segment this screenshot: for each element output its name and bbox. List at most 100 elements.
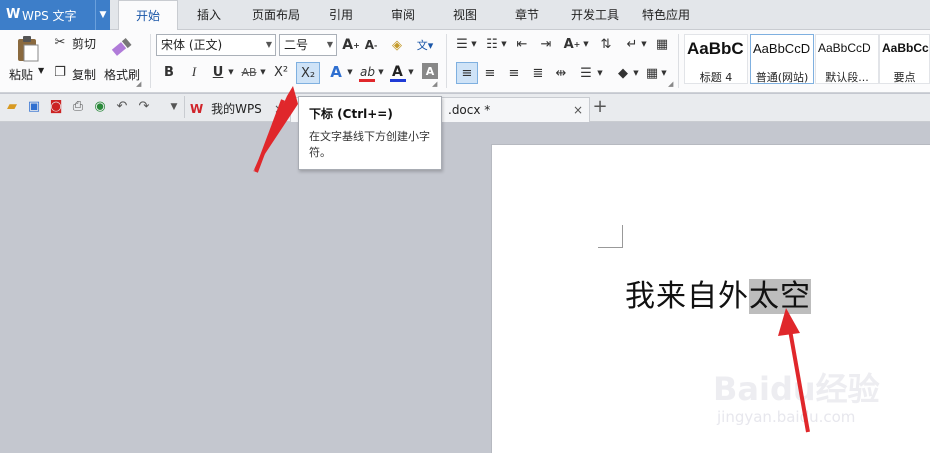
clear-format-icon[interactable]: ◈: [388, 36, 406, 54]
chevron-down-icon[interactable]: ▼: [406, 65, 416, 79]
format-painter-icon[interactable]: [108, 34, 136, 62]
table-grid-icon[interactable]: ▦: [654, 36, 670, 52]
chevron-down-icon[interactable]: ▼: [470, 38, 478, 50]
chevron-down-icon[interactable]: ▼: [596, 67, 604, 79]
pinyin-guide-icon[interactable]: 文▾: [412, 36, 438, 54]
print-icon[interactable]: ⎙: [70, 99, 86, 115]
export-pdf-icon[interactable]: ◙: [48, 99, 64, 115]
borders-icon[interactable]: ▦: [644, 65, 660, 81]
format-painter-button[interactable]: 格式刷: [104, 66, 140, 83]
chevron-down-icon[interactable]: ▼: [376, 65, 386, 79]
new-tab-plus-icon[interactable]: +: [592, 98, 608, 116]
customize-quick-access-icon[interactable]: ▼: [166, 99, 182, 115]
paste-button[interactable]: 粘贴: [9, 66, 33, 83]
style-preview: AaBbCc: [882, 41, 929, 55]
bold-button[interactable]: B: [161, 63, 177, 81]
print-preview-icon[interactable]: ◉: [92, 99, 108, 115]
tab-insert[interactable]: 插入: [185, 0, 233, 30]
bullet-list-icon[interactable]: ☰: [454, 36, 470, 52]
margin-corner-mark: [622, 225, 623, 248]
sort-icon[interactable]: ⇅: [598, 36, 614, 52]
document-text[interactable]: 我来自外太空: [625, 271, 811, 315]
style-preview: AaBbC: [687, 39, 744, 58]
increase-indent-icon[interactable]: ⇥: [538, 36, 554, 52]
font-name-select[interactable]: 宋体 (正文) ▼: [156, 34, 276, 56]
redo-icon[interactable]: ↷: [136, 99, 152, 115]
grow-font-icon[interactable]: A +: [342, 36, 360, 54]
group-launcher-icon[interactable]: ◢: [136, 80, 141, 88]
group-launcher-icon[interactable]: ◢: [432, 80, 437, 88]
svg-text:ab: ab: [360, 65, 375, 79]
superscript-button[interactable]: X²: [270, 62, 292, 82]
group-launcher-icon[interactable]: ◢: [668, 80, 673, 88]
case-icon[interactable]: A +: [562, 36, 582, 52]
tab-my-wps[interactable]: W 我的WPS ×: [190, 97, 290, 122]
style-name: 要点: [893, 71, 916, 84]
tab-home[interactable]: 开始: [118, 0, 178, 31]
style-name: 普通(网站): [755, 71, 809, 84]
cut-button[interactable]: 剪切: [72, 35, 96, 52]
open-folder-icon[interactable]: ▰: [4, 99, 20, 115]
tab-references[interactable]: 引用: [318, 0, 364, 30]
paragraph-shading-icon[interactable]: ◆: [614, 64, 632, 82]
italic-button[interactable]: I: [186, 63, 202, 81]
undo-icon[interactable]: ↶: [114, 99, 130, 115]
show-marks-icon[interactable]: ↵: [624, 36, 640, 52]
tab-view[interactable]: 视图: [442, 0, 488, 30]
style-key-point[interactable]: AaBbCc 要点: [879, 34, 930, 84]
copy-icon[interactable]: ❐: [52, 64, 68, 80]
tab-page-layout[interactable]: 页面布局: [245, 0, 307, 30]
chevron-down-icon[interactable]: ▼: [660, 67, 668, 79]
tab-developer[interactable]: 开发工具: [564, 0, 626, 30]
style-name: 默认段...: [825, 71, 869, 84]
style-heading-4[interactable]: AaBbC 标题 4: [684, 34, 748, 84]
close-icon[interactable]: ×: [274, 97, 284, 121]
justify-icon[interactable]: ≣: [530, 65, 546, 81]
save-icon[interactable]: ▣: [26, 99, 42, 115]
app-menu-button[interactable]: W WPS 文字 ▼: [0, 0, 110, 30]
decrease-indent-icon[interactable]: ⇤: [514, 36, 530, 52]
scissors-icon[interactable]: ✂: [52, 34, 68, 50]
chevron-down-icon[interactable]: ▼: [582, 38, 590, 50]
chevron-down-icon[interactable]: ▼: [258, 65, 268, 79]
align-left-icon[interactable]: ≡: [456, 62, 478, 84]
style-default-paragraph[interactable]: AaBbCcD 默认段...: [815, 34, 879, 84]
baidu-watermark: Baidu经验 jingyan.baidu.com: [705, 364, 885, 434]
underline-button[interactable]: U: [210, 63, 226, 81]
close-icon[interactable]: ×: [573, 98, 583, 122]
chevron-down-icon[interactable]: ▼: [500, 38, 508, 50]
chevron-down-icon[interactable]: ▼: [226, 65, 236, 79]
tooltip-description: 在文字基线下方创建小字符。: [309, 130, 430, 159]
divider: [184, 96, 185, 118]
wps-logo-icon: W: [190, 102, 204, 116]
font-size-select[interactable]: 二号 ▼: [279, 34, 337, 56]
chevron-down-icon[interactable]: ▼: [345, 65, 355, 79]
copy-button[interactable]: 复制: [72, 66, 96, 83]
text-effect-icon[interactable]: A: [326, 63, 346, 81]
style-normal-web[interactable]: AaBbCcD 普通(网站): [750, 34, 814, 84]
distributed-align-icon[interactable]: ⇹: [552, 65, 570, 81]
highlight-icon[interactable]: ab: [356, 62, 378, 84]
paste-dropdown-icon[interactable]: ▼: [38, 66, 44, 75]
char-shading-icon[interactable]: A: [422, 63, 438, 79]
divider: [446, 34, 447, 88]
align-right-icon[interactable]: ≡: [506, 65, 522, 81]
paste-icon[interactable]: [12, 34, 44, 64]
subscript-button[interactable]: X₂: [296, 62, 320, 84]
style-preview: AaBbCcD: [753, 41, 811, 56]
chevron-down-icon[interactable]: ▼: [640, 38, 648, 50]
shrink-font-icon[interactable]: A-: [362, 36, 380, 54]
numbered-list-icon[interactable]: ☷: [484, 36, 500, 52]
font-color-icon[interactable]: A: [388, 62, 408, 84]
strikethrough-button[interactable]: AB: [238, 63, 260, 81]
line-spacing-icon[interactable]: ☰: [578, 65, 594, 81]
document-text-selected[interactable]: 太空: [749, 279, 811, 314]
tab-label: .docx *: [448, 103, 491, 117]
chevron-down-icon[interactable]: ▼: [632, 67, 640, 79]
tab-special-apps[interactable]: 特色应用: [636, 0, 696, 30]
quick-access-bar: ▰ ▣ ◙ ⎙ ◉ ↶ ↷ ▼ W 我的WPS × .docx * × +: [0, 94, 930, 122]
tab-review[interactable]: 审阅: [380, 0, 426, 30]
align-center-icon[interactable]: ≡: [482, 65, 498, 81]
chevron-down-icon[interactable]: ▼: [95, 0, 110, 30]
tab-sections[interactable]: 章节: [504, 0, 550, 30]
